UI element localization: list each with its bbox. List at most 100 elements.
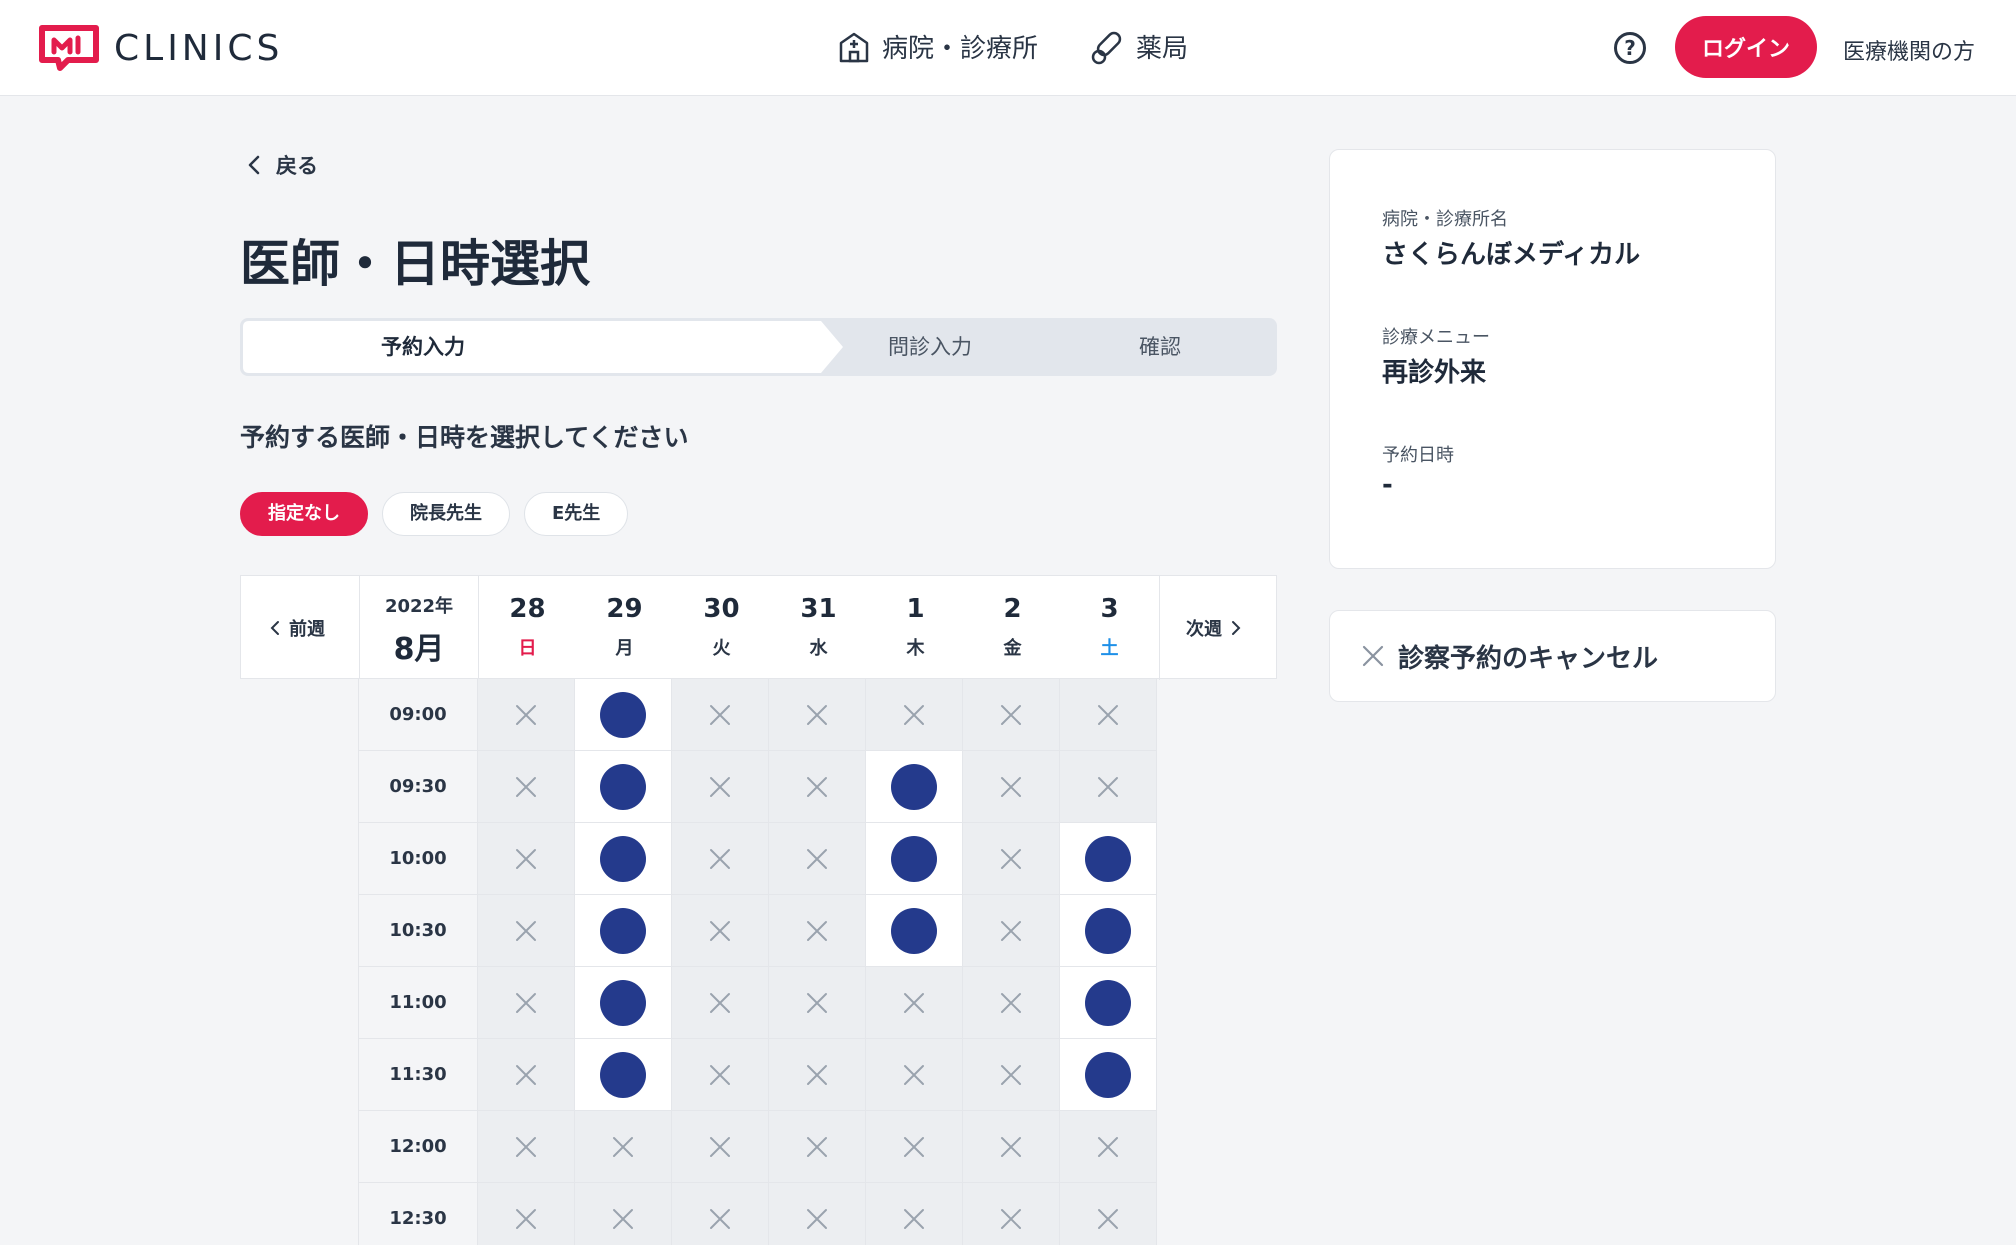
next-week-button[interactable]: 次週 xyxy=(1186,576,1242,680)
time-label: 09:00 xyxy=(358,679,478,751)
unavailable-cross-icon xyxy=(1001,848,1021,869)
unavailable-cross-icon xyxy=(904,1208,924,1229)
unavailable-cross-icon xyxy=(807,920,827,941)
time-slot-unavailable xyxy=(672,895,769,967)
help-icon[interactable]: ? xyxy=(1614,32,1646,64)
day-header: 31 水 xyxy=(770,576,867,680)
day-header: 29 月 xyxy=(576,576,673,680)
time-slot-available[interactable] xyxy=(575,1039,672,1111)
time-slot-unavailable xyxy=(963,679,1060,751)
time-slot-available[interactable] xyxy=(575,823,672,895)
calendar-month: 8月 xyxy=(393,632,445,667)
time-slot-available[interactable] xyxy=(575,751,672,823)
time-slot-unavailable xyxy=(769,895,866,967)
day-weekday: 土 xyxy=(1100,638,1119,659)
time-slot-unavailable xyxy=(1060,1183,1157,1245)
logo-text: CLINICS xyxy=(114,27,284,69)
time-slot-available[interactable] xyxy=(866,895,963,967)
doctor-chip-director[interactable]: 院長先生 xyxy=(382,492,510,536)
close-icon xyxy=(1362,645,1384,667)
time-slot-unavailable xyxy=(1060,751,1157,823)
time-slot-unavailable xyxy=(866,1039,963,1111)
day-number: 31 xyxy=(800,594,837,624)
nav-pharmacy-label: 薬局 xyxy=(1136,34,1189,64)
day-header: 2 金 xyxy=(964,576,1061,680)
time-slot-unavailable xyxy=(769,751,866,823)
doctor-chip-none[interactable]: 指定なし xyxy=(240,492,368,536)
time-slot-unavailable xyxy=(963,967,1060,1039)
back-link[interactable]: 戻る xyxy=(244,150,318,180)
time-slot-available[interactable] xyxy=(1060,967,1157,1039)
unavailable-cross-icon xyxy=(613,1136,633,1157)
unavailable-cross-icon xyxy=(1001,920,1021,941)
available-circle-icon xyxy=(600,835,646,882)
time-slot-unavailable xyxy=(963,751,1060,823)
prev-week-button[interactable]: 前週 xyxy=(269,576,325,680)
time-slot-unavailable xyxy=(769,1183,866,1245)
unavailable-cross-icon xyxy=(516,848,536,869)
available-circle-icon xyxy=(1085,835,1131,882)
cancel-reservation-button[interactable]: 診察予約のキャンセル xyxy=(1329,610,1776,702)
unavailable-cross-icon xyxy=(710,1064,730,1085)
time-label: 11:00 xyxy=(358,967,478,1039)
unavailable-cross-icon xyxy=(516,920,536,941)
nav-pharmacy[interactable]: 薬局 xyxy=(1090,28,1188,65)
next-week-label: 次週 xyxy=(1186,619,1222,640)
available-circle-icon xyxy=(891,907,937,954)
unavailable-cross-icon xyxy=(710,992,730,1013)
main-nav: 病院・診療所 薬局 xyxy=(836,28,1188,65)
available-circle-icon xyxy=(1085,1051,1131,1098)
unavailable-cross-icon xyxy=(1001,1208,1021,1229)
unavailable-cross-icon xyxy=(807,848,827,869)
unavailable-cross-icon xyxy=(904,1064,924,1085)
time-slot-available[interactable] xyxy=(1060,823,1157,895)
prev-week-label: 前週 xyxy=(289,619,325,640)
medical-institution-link[interactable]: 医療機関の方 xyxy=(1843,34,1975,66)
hospital-icon xyxy=(839,32,869,62)
time-slot-available[interactable] xyxy=(575,679,672,751)
chevron-left-icon xyxy=(270,621,279,635)
pill-icon xyxy=(1091,31,1122,64)
doctor-chip-e[interactable]: E先生 xyxy=(524,492,629,536)
unavailable-cross-icon xyxy=(516,1064,536,1085)
unavailable-cross-icon xyxy=(1098,704,1118,725)
time-slot-available[interactable] xyxy=(1060,895,1157,967)
available-circle-icon xyxy=(1085,907,1131,954)
time-slot-unavailable xyxy=(963,1111,1060,1183)
nav-hospitals[interactable]: 病院・診療所 xyxy=(836,28,1038,65)
time-slot-unavailable xyxy=(478,751,575,823)
day-weekday: 火 xyxy=(712,638,731,659)
menu-value: 再診外来 xyxy=(1382,358,1487,388)
time-slot-unavailable xyxy=(478,895,575,967)
day-weekday: 月 xyxy=(615,638,634,659)
day-weekday: 水 xyxy=(809,638,828,659)
login-button[interactable]: ログイン xyxy=(1675,16,1817,78)
page-title: 医師・日時選択 xyxy=(240,235,590,293)
progress-steps: 予約入力 問診入力 確認 xyxy=(240,318,1277,376)
month-cell: 2022年 8月 xyxy=(359,576,479,680)
unavailable-cross-icon xyxy=(1098,1136,1118,1157)
day-weekday: 木 xyxy=(906,638,925,659)
time-slot-available[interactable] xyxy=(575,895,672,967)
doctor-filter: 指定なし 院長先生 E先生 xyxy=(240,492,629,536)
unavailable-cross-icon xyxy=(516,992,536,1013)
time-slot-available[interactable] xyxy=(866,751,963,823)
unavailable-cross-icon xyxy=(1001,1136,1021,1157)
time-label: 10:30 xyxy=(358,895,478,967)
unavailable-cross-icon xyxy=(904,1136,924,1157)
clinics-logo-icon xyxy=(39,25,99,71)
time-slot-available[interactable] xyxy=(1060,1039,1157,1111)
nav-hospitals-label: 病院・診療所 xyxy=(882,34,1039,64)
unavailable-cross-icon xyxy=(807,992,827,1013)
unavailable-cross-icon xyxy=(516,1136,536,1157)
time-slot-unavailable xyxy=(769,679,866,751)
time-column: 09:00 09:30 10:00 10:30 11:00 11:30 12:0… xyxy=(358,679,478,1245)
calendar-header: 前週 2022年 8月 28 日 29 月 30 火 31 水 1 木 2 金 xyxy=(240,575,1277,680)
time-slot-available[interactable] xyxy=(575,967,672,1039)
time-slot-available[interactable] xyxy=(866,823,963,895)
unavailable-cross-icon xyxy=(1001,704,1021,725)
unavailable-cross-icon xyxy=(710,848,730,869)
divider xyxy=(1159,576,1160,680)
chevron-left-icon xyxy=(248,155,260,175)
logo[interactable]: CLINICS xyxy=(38,24,283,72)
